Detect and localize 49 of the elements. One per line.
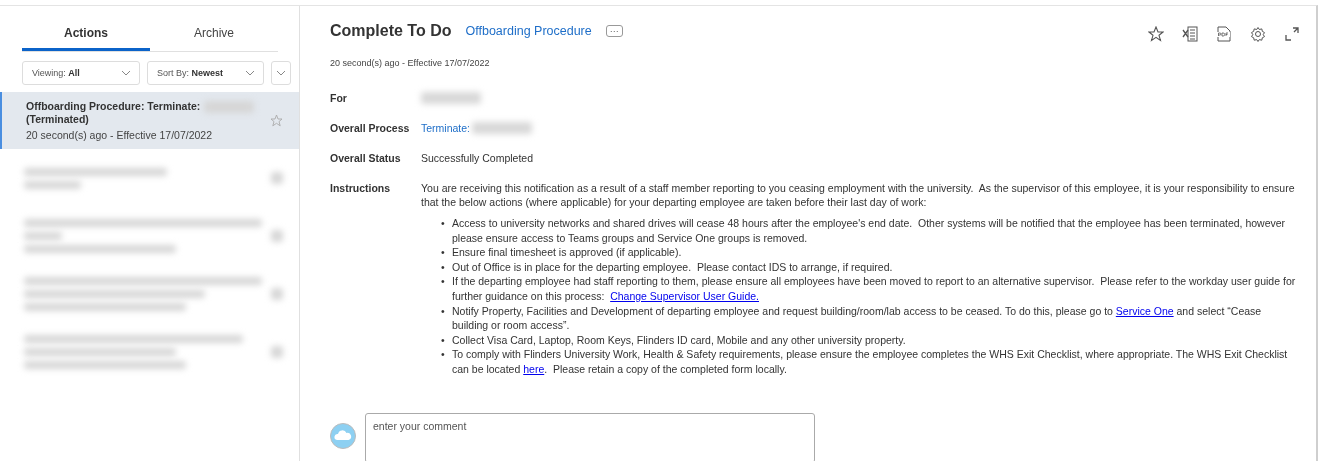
bullet-item: Access to university networks and shared drives will cease 48 hours after the employee's end date. Other systems will be notified that the employee has been terminated, however please ensure access to Teams groups and Service One groups is removed.: [452, 216, 1287, 246]
bullet-item: Collect Visa Card, Laptop, Room Keys, Flinders ID card, Mobile and any other university property.: [452, 332, 907, 348]
more-button[interactable]: ···: [605, 25, 623, 37]
bullet-item: Notify Property, Facilities and Development of departing employee and request building/room/lab access to be ceased. To do this, please go to Service One and select “Cease building or room access”.: [452, 303, 1263, 333]
star-icon[interactable]: [270, 114, 283, 127]
avatar-icon: [330, 422, 356, 449]
bullet-marker: •: [441, 216, 446, 231]
filter-dropdown[interactable]: Sort By: Newest: [147, 61, 264, 85]
bullet-marker: •: [441, 332, 446, 348]
tab[interactable]: Archive: [150, 17, 278, 51]
item-meta: 20 second(s) ago - Effective 17/07/2022: [26, 129, 213, 141]
star-icon[interactable]: [1148, 26, 1164, 42]
field-label: Overall Process: [330, 121, 411, 135]
blurred-text: [421, 92, 481, 104]
page-title: Complete To Do: [330, 22, 452, 40]
bullet-marker: •: [441, 245, 446, 260]
item-title: (Terminated): [26, 113, 90, 126]
spreadsheet-icon[interactable]: [1182, 26, 1198, 42]
bullet-item: If the departing employee had staff reporting to them, please ensure all employees have been moved to report to an alternative supervisor. Please refer to the workday user guide for further guidance on this process: Change Supervisor User Guide.: [452, 274, 1297, 304]
inbox-item[interactable]: Offboarding Procedure: Terminate: (Terminated) 20 second(s) ago - Effective 17/07/2022: [0, 92, 299, 149]
chevron-down-icon: [276, 70, 286, 76]
field-label: Instructions: [330, 181, 392, 196]
link[interactable]: Change Supervisor User Guide.: [610, 289, 759, 302]
expand-button[interactable]: [271, 61, 291, 85]
blurred-text: [472, 122, 533, 134]
filter-dropdown[interactable]: Viewing: All: [22, 61, 140, 85]
pdf-file-icon[interactable]: [1216, 26, 1232, 42]
chevron-down-icon: [245, 70, 255, 76]
field-value: Successfully Completed: [421, 151, 534, 165]
bullet-marker: •: [441, 347, 446, 362]
bullet-marker: •: [441, 303, 446, 319]
field-label: Overall Status: [330, 151, 402, 165]
expand-icon[interactable]: [1284, 26, 1300, 42]
bullet-marker: •: [441, 259, 446, 275]
process-link[interactable]: Terminate:: [421, 121, 471, 135]
item-title: Offboarding Procedure: Terminate:: [26, 100, 201, 113]
comment-field[interactable]: enter your comment: [365, 412, 815, 461]
tab[interactable]: Actions: [22, 17, 150, 51]
bullet-marker: •: [441, 274, 446, 289]
bullet-item: To comply with Flinders University Work, Health & Safety requirements, please ensure the employee completes the WHS Exit Checklist, where appropriate. The WHS Exit Checklist can be located here. Please retain a copy of the completed form locally.: [452, 347, 1289, 377]
settings-icon[interactable]: [1250, 26, 1266, 42]
timestamp-text: 20 second(s) ago - Effective 17/07/2022: [330, 58, 491, 68]
chevron-down-icon: [121, 70, 131, 76]
bullet-item: Out of Office is in place for the departing employee. Please contact IDS to arrange, if required.: [452, 259, 894, 275]
link[interactable]: Service One: [1115, 304, 1174, 317]
instructions-text: You are receiving this notification as a result of a staff member reporting to you ceasing employment with the university. As the supervisor of this employee, it is your responsibility to ensure that the below actions (where applicable) for your departing employee are taken before their last day of work:: [421, 181, 1296, 209]
process-link[interactable]: Offboarding Procedure: [465, 24, 592, 38]
field-label: For: [330, 91, 348, 105]
bullet-item: Ensure final timesheet is approved (if applicable).: [452, 245, 683, 260]
